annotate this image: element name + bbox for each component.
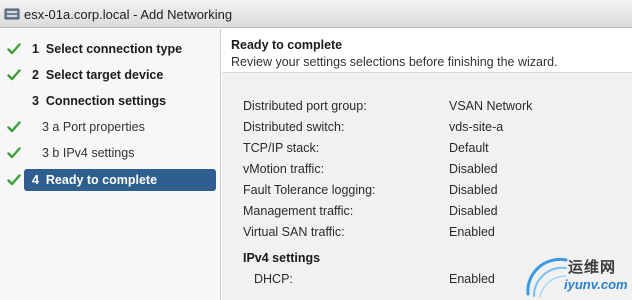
summary-key: Distributed switch: xyxy=(243,120,345,134)
step-label: Select connection type xyxy=(45,42,183,56)
page-subtitle: Review your settings selections before f… xyxy=(231,55,558,69)
summary-row: Distributed port group: VSAN Network xyxy=(222,99,632,117)
summary-value: Disabled xyxy=(449,183,498,197)
summary-row: Fault Tolerance logging: Disabled xyxy=(222,183,632,201)
summary-key: Fault Tolerance logging: xyxy=(243,183,376,197)
step-number: 1 xyxy=(32,42,39,56)
step-label: Connection settings xyxy=(45,94,167,108)
step-label: Select target device xyxy=(45,68,164,82)
step-number: 3 b xyxy=(42,146,60,160)
check-icon xyxy=(7,68,21,82)
check-icon xyxy=(7,42,21,56)
summary-key: Virtual SAN traffic: xyxy=(243,225,345,239)
step-label: Port properties xyxy=(62,120,145,134)
ipv4-section-title: IPv4 settings xyxy=(243,251,321,265)
summary-row: Virtual SAN traffic: Enabled xyxy=(222,225,632,243)
step-label: IPv4 settings xyxy=(62,146,135,160)
check-icon xyxy=(7,120,21,134)
watermark-text-cn: 运维网 xyxy=(568,259,617,276)
step-ipv4-settings[interactable]: 3 b IPv4 settings xyxy=(0,142,221,164)
step-select-connection-type[interactable]: 1 Select connection type xyxy=(0,38,221,60)
check-icon xyxy=(7,146,21,160)
step-port-properties[interactable]: 3 a Port properties xyxy=(0,116,221,138)
window-title: esx-01a.corp.local - Add Networking xyxy=(24,7,233,22)
step-ready-to-complete[interactable]: 4 Ready to complete xyxy=(0,169,221,191)
window-titlebar: esx-01a.corp.local - Add Networking xyxy=(0,0,632,28)
summary-value: Enabled xyxy=(449,225,495,239)
summary-row: Distributed switch: vds-site-a xyxy=(222,120,632,138)
step-number: 3 xyxy=(32,94,39,108)
page-title: Ready to complete xyxy=(231,38,343,52)
summary-value: Default xyxy=(449,141,489,155)
summary-value: vds-site-a xyxy=(449,120,504,134)
watermark-text-en: iyunv.com xyxy=(564,277,628,292)
summary-row: vMotion traffic: Disabled xyxy=(222,162,632,180)
wizard-steps-sidebar: 1 Select connection type 2 Select target… xyxy=(0,29,221,300)
summary-row: Management traffic: Disabled xyxy=(222,204,632,222)
step-connection-settings[interactable]: 3 Connection settings xyxy=(0,90,221,112)
summary-key: Distributed port group: xyxy=(243,99,367,113)
site-watermark: 运维网 iyunv.com xyxy=(520,250,632,300)
summary-key: Management traffic: xyxy=(243,204,354,218)
summary-value: VSAN Network xyxy=(449,99,533,113)
summary-key: TCP/IP stack: xyxy=(243,141,320,155)
summary-value: Enabled xyxy=(449,272,495,286)
check-icon xyxy=(7,173,21,187)
step-number: 3 a xyxy=(42,120,60,134)
summary-row: TCP/IP stack: Default xyxy=(222,141,632,159)
summary-key: DHCP: xyxy=(254,272,293,286)
summary-value: Disabled xyxy=(449,204,498,218)
step-select-target-device[interactable]: 2 Select target device xyxy=(0,64,221,86)
page-header: Ready to complete Review your settings s… xyxy=(222,29,632,73)
watermark-logo-icon xyxy=(526,257,568,298)
step-number: 4 xyxy=(32,173,39,187)
step-label: Ready to complete xyxy=(45,173,158,187)
host-icon xyxy=(4,6,20,22)
step-number: 2 xyxy=(32,68,39,82)
summary-value: Disabled xyxy=(449,162,498,176)
summary-key: vMotion traffic: xyxy=(243,162,325,176)
